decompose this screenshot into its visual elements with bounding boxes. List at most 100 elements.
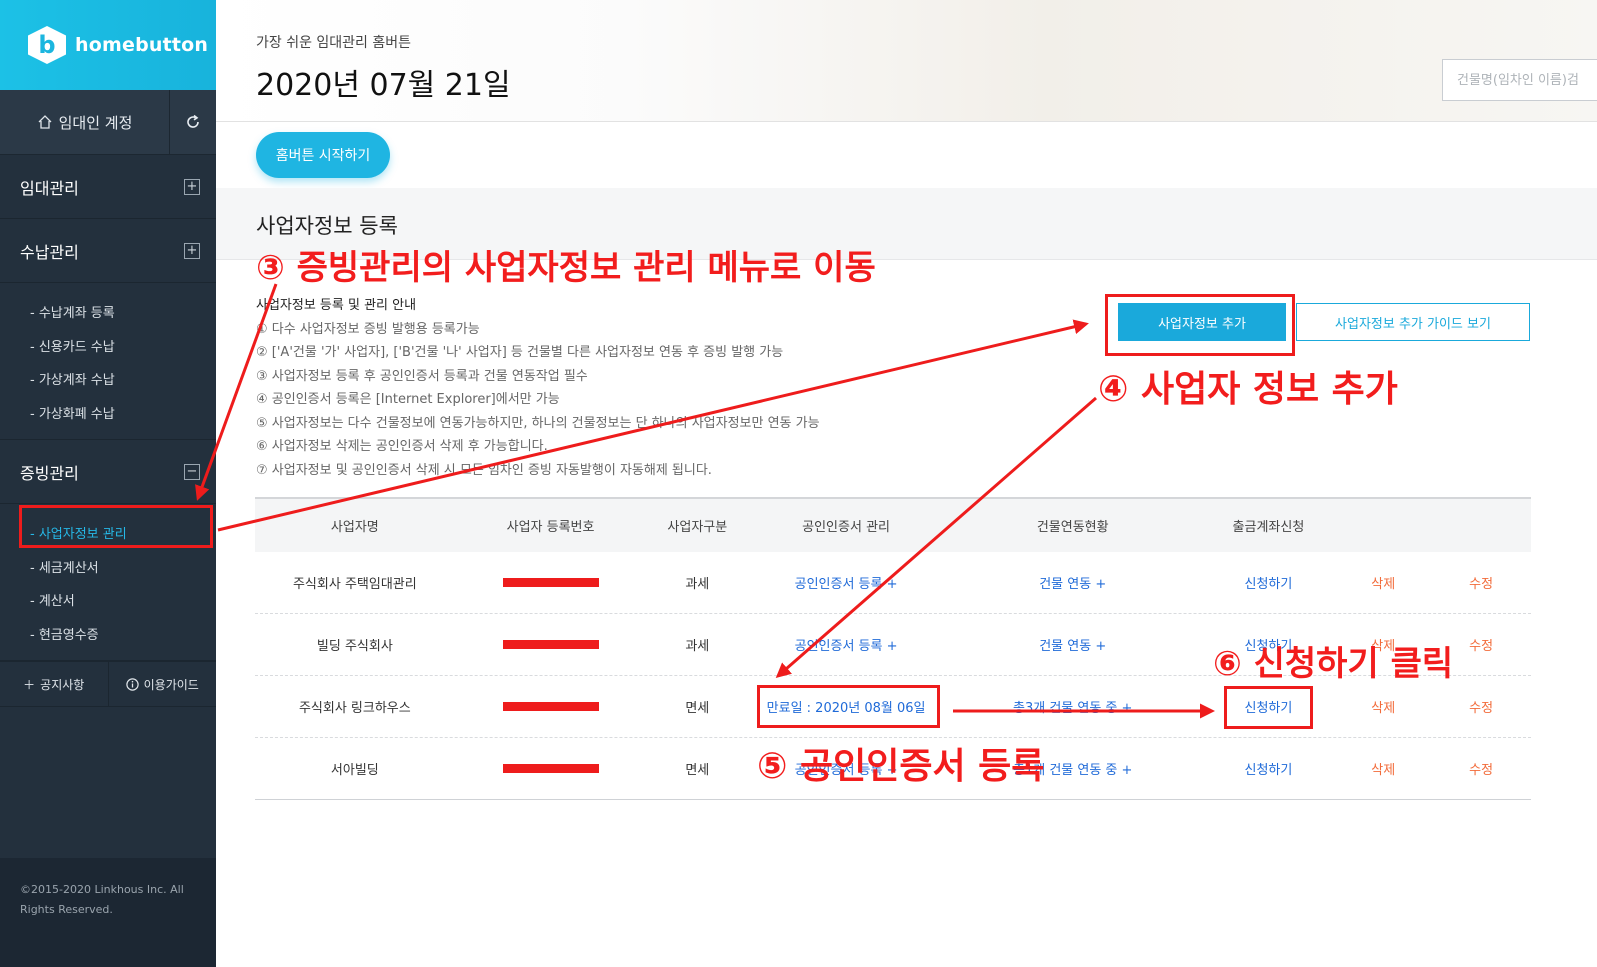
- building-link[interactable]: 건물 연동 +: [944, 573, 1202, 592]
- sidebar-item-account-register[interactable]: - 수납계좌 등록: [0, 295, 216, 329]
- page-title: 사업자정보 등록: [256, 214, 398, 238]
- column-header: 건물연동현황: [1036, 520, 1109, 535]
- copyright: ©2015-2020 Linkhous Inc. All Rights Rese…: [20, 880, 190, 920]
- sidebar-item-cash-receipt[interactable]: - 현금영수증: [0, 617, 216, 651]
- menu-rental[interactable]: 임대관리 +: [0, 155, 216, 219]
- menu-evidence[interactable]: 증빙관리 −: [0, 440, 216, 504]
- sidebar-item-virtual-account[interactable]: - 가상계좌 수납: [0, 362, 216, 396]
- menu-payment-label: 수납관리: [20, 242, 79, 262]
- menu-evidence-label: 증빙관리: [20, 463, 79, 483]
- annotation-step4: ④ 사업자 정보 추가: [1098, 369, 1398, 410]
- menu-rental-label: 임대관리: [20, 178, 79, 198]
- column-header: 사업자구분: [667, 520, 728, 535]
- collapse-icon[interactable]: −: [184, 463, 200, 480]
- copyright-line1: ©2015-2020 Linkhous Inc. All: [20, 883, 184, 896]
- business-type: 과세: [685, 639, 710, 654]
- apply-link[interactable]: 신청하기: [1202, 573, 1336, 592]
- column-header: 사업자 등록번호: [506, 520, 595, 535]
- copyright-line2: Rights Reserved.: [20, 903, 113, 916]
- sidebar-item-invoice[interactable]: - 계산서: [0, 583, 216, 617]
- building-link[interactable]: 총3개 건물 연동 중 +: [944, 697, 1202, 716]
- sidebar: b homebutton 임대인 계정 임대관리 + 수납관리 + - 수납계좌…: [0, 0, 216, 967]
- registration-number: [455, 637, 647, 652]
- redaction-mark: [502, 764, 599, 773]
- guide-line: ③ 사업자정보 등록 후 공인인증서 등록과 건물 연동작업 필수: [256, 368, 588, 384]
- add-guide-button[interactable]: 사업자정보 추가 가이드 보기: [1296, 303, 1530, 341]
- highlight-cert-expiry: [757, 685, 940, 728]
- highlight-sidebar-business-info: [19, 505, 213, 548]
- business-name: 빌딩 주식회사: [316, 639, 393, 654]
- redaction-mark: [502, 702, 599, 711]
- cert-register-link[interactable]: 공인인증서 등록 +: [748, 635, 944, 654]
- redaction-mark: [502, 640, 599, 649]
- search-input[interactable]: [1442, 59, 1597, 101]
- guide-title: 사업자정보 등록 및 관리 안내: [256, 298, 417, 313]
- annotation-step6: ⑥ 신청하기 클릭: [1213, 644, 1454, 684]
- guide-line: ⑥ 사업자정보 삭제는 공인인증서 삭제 후 가능합니다.: [256, 439, 548, 454]
- sidebar-item-crypto[interactable]: - 가상화폐 수납: [0, 396, 216, 430]
- annotation-step3: ③ 증빙관리의 사업자정보 관리 메뉴로 이동: [256, 248, 876, 288]
- payment-submenu: - 수납계좌 등록 - 신용카드 수납 - 가상계좌 수납 - 가상화폐 수납: [0, 283, 216, 440]
- registration-number: [455, 699, 647, 714]
- info-icon: [125, 677, 139, 691]
- menu-payment[interactable]: 수납관리 +: [0, 219, 216, 283]
- refresh-icon: [187, 114, 199, 128]
- notice-button[interactable]: ＋ 공지사항: [0, 662, 108, 706]
- guide-link-button[interactable]: 이용가이드: [107, 662, 217, 706]
- edit-link[interactable]: 수정: [1431, 759, 1531, 778]
- delete-link[interactable]: 삭제: [1335, 573, 1431, 592]
- account-button[interactable]: 임대인 계정: [0, 90, 170, 154]
- highlight-add-button: [1105, 294, 1295, 356]
- business-type: 과세: [685, 577, 710, 592]
- guide-line: ① 다수 사업자정보 증빙 발행용 등록가능: [256, 321, 480, 337]
- building-link[interactable]: 건물 연동 +: [944, 635, 1202, 654]
- plus-icon: ＋: [23, 677, 36, 692]
- redaction-mark: [502, 578, 599, 587]
- sidebar-item-tax-invoice[interactable]: - 세금계산서: [0, 550, 216, 584]
- tagline: 가장 쉬운 임대관리 홈버튼: [256, 35, 412, 51]
- start-zone: 홈버튼 시작하기: [216, 122, 1597, 188]
- sidebar-bottom-links: ＋ 공지사항 이용가이드: [0, 661, 216, 707]
- delete-link[interactable]: 삭제: [1335, 697, 1431, 716]
- account-label: 임대인 계정: [58, 113, 133, 132]
- table-header: 사업자명 사업자 등록번호 사업자구분 공인인증서 관리 건물연동현황 출금계좌…: [255, 497, 1531, 552]
- business-name: 주식회사 링크하우스: [298, 701, 411, 716]
- home-icon: [38, 115, 52, 129]
- column-header: 공인인증서 관리: [802, 520, 890, 535]
- annotation-step5: ⑤ 공인인증서 등록: [757, 746, 1045, 787]
- business-type: 면세: [685, 763, 710, 778]
- sidebar-item-credit-card[interactable]: - 신용카드 수납: [0, 329, 216, 363]
- homebutton-logo-icon: b: [28, 26, 66, 64]
- notice-label: 공지사항: [40, 677, 85, 692]
- start-button[interactable]: 홈버튼 시작하기: [256, 132, 390, 178]
- refresh-button[interactable]: [170, 90, 216, 154]
- registration-number: [455, 761, 647, 776]
- guide-line: ⑦ 사업자정보 및 공인인증서 삭제 시 모든 임차인 증빙 자동발행이 자동해…: [256, 462, 712, 478]
- registration-number: [455, 575, 647, 590]
- business-name: 서아빌딩: [330, 763, 379, 778]
- apply-link[interactable]: 신청하기: [1202, 759, 1336, 778]
- edit-link[interactable]: 수정: [1431, 697, 1531, 716]
- logo-text: homebutton: [75, 34, 209, 56]
- guide-line: ⑤ 사업자정보는 다수 건물정보에 연동가능하지만, 하나의 건물정보는 단 하…: [256, 415, 820, 431]
- main-content: 사업자정보 등록 사업자정보 등록 및 관리 안내 ① 다수 사업자정보 증빙 …: [216, 188, 1597, 967]
- highlight-apply-link: [1224, 686, 1313, 729]
- expand-icon[interactable]: +: [184, 178, 200, 195]
- guide-line: ② ['A'건물 '가' 사업자], ['B'건물 '나' 사업자] 등 건물별…: [256, 345, 784, 360]
- column-header: 사업자명: [330, 520, 379, 535]
- table-row: 주식회사 주택임대관리 과세 공인인증서 등록 + 건물 연동 + 신청하기 삭…: [255, 552, 1531, 614]
- guide-label: 이용가이드: [143, 677, 199, 692]
- guide-line: ④ 공인인증서 등록은 [Internet Explorer]에서만 가능: [256, 392, 560, 407]
- column-header: 출금계좌신청: [1232, 520, 1305, 535]
- delete-link[interactable]: 삭제: [1335, 759, 1431, 778]
- edit-link[interactable]: 수정: [1431, 573, 1531, 592]
- cert-register-link[interactable]: 공인인증서 등록 +: [748, 573, 944, 592]
- business-name: 주식회사 주택임대관리: [292, 577, 417, 592]
- header: 가장 쉬운 임대관리 홈버튼 2020년 07월 21일: [216, 0, 1597, 122]
- account-row: 임대인 계정: [0, 90, 216, 155]
- page-date: 2020년 07월 21일: [256, 68, 511, 103]
- guide-notice: 사업자정보 등록 및 관리 안내 ① 다수 사업자정보 증빙 발행용 등록가능 …: [256, 294, 820, 482]
- business-type: 면세: [685, 701, 710, 716]
- expand-icon[interactable]: +: [184, 242, 200, 259]
- logo[interactable]: b homebutton: [0, 0, 216, 90]
